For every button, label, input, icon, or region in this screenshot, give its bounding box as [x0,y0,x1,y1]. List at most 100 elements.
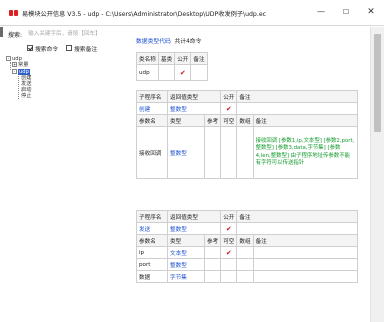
header-cell: 数组 [236,114,254,127]
window-title: 易模块公开信息 V3.5 - udp - C:\Users\Administra… [22,11,267,18]
tree-line [10,62,11,70]
table-row: udp ✔ [136,64,208,81]
param-nullable-cell [220,258,238,271]
header-cell: 公开 [220,90,238,103]
app-logo-icon [9,10,19,16]
param-array-cell [236,258,254,271]
param-type-cell[interactable]: 文本型 [167,246,205,259]
param-array-cell [236,126,254,179]
nullable-check-icon: ✔ [220,246,238,259]
table-row: 发送 整数型 ✔ [136,222,358,235]
public-check-icon: ✔ [220,102,238,115]
class-table: 类名称 基类 公开 备注 udp ✔ [136,52,208,81]
table-row: ip 文本型 ✔ [136,246,359,259]
param-name-cell: 接收回调 [136,126,168,179]
table-header-row: 类名称 基类 公开 备注 [136,52,208,65]
minimize-button[interactable]: — [310,4,332,20]
header-cell: 类型 [167,234,205,247]
header-cell: 备注 [252,234,359,247]
param-name-cell: port [136,258,168,271]
header-cell: 公开 [174,52,192,65]
header-cell: 参考 [203,114,222,127]
collapse-icon[interactable]: - [12,69,17,74]
param-ref-cell [203,126,222,179]
table-row: 数据 字节集 [136,270,359,283]
panel-edge [0,27,3,37]
param-note-cell [252,258,359,271]
summary-line: 数据类型代码 共计4命令 [136,36,201,45]
scrollbar-thumb[interactable] [374,34,381,132]
search-comments-checkbox[interactable]: 搜索备注 [66,44,98,53]
header-cell: 公开 [220,210,238,223]
collapse-icon[interactable]: - [6,56,11,61]
table-header-row: 参数名 类型 参考 可空 数组 备注 [136,114,359,127]
header-cell: 子程序名 [136,210,168,223]
expand-icon[interactable]: + [12,62,17,67]
param-type-cell[interactable]: 字节集 [167,270,205,283]
checkbox-empty-icon[interactable] [66,45,72,51]
table-row: 创建 整数型 ✔ [136,102,358,115]
table-header-row: 子程序名 返回值类型 公开 备注 [136,210,358,223]
param-nullable-cell [220,126,238,179]
public-check-icon: ✔ [174,64,192,81]
param-ref-cell [203,246,222,259]
header-cell: 返回值类型 [166,90,222,103]
tree-item-stop[interactable]: 停止 [21,93,31,100]
table-header-row: 子程序名 返回值类型 公开 备注 [136,90,358,103]
maximize-button[interactable]: ☐ [335,4,357,20]
header-cell: 数组 [236,234,254,247]
param-note-cell [252,246,359,259]
search-label: 搜索: [8,32,23,39]
header-cell: 基类 [157,52,176,65]
header-cell: 参考 [203,234,222,247]
note-cell [190,64,208,81]
header-cell: 子程序名 [136,90,168,103]
subroutine-name-cell[interactable]: 发送 [136,222,168,235]
header-cell: 类型 [167,114,205,127]
header-cell: 返回值类型 [166,210,222,223]
note-cell [236,102,358,115]
param-name-cell: 数据 [136,270,168,283]
param-array-cell [236,246,254,259]
header-cell: 备注 [236,210,358,223]
header-cell: 备注 [236,90,358,103]
header-cell: 参数名 [136,234,168,247]
table-header-row: 参数名 类型 参考 可空 数组 备注 [136,234,359,247]
search-input[interactable] [28,29,124,38]
close-button[interactable]: ✕ [360,4,382,20]
vertical-scrollbar[interactable] [370,27,384,322]
subroutine-table-send: 子程序名 返回值类型 公开 备注 发送 整数型 ✔ 参数名 类型 参考 可空 数… [136,210,359,283]
subroutine-table-create: 子程序名 返回值类型 公开 备注 创建 整数型 ✔ 参数名 类型 参考 可空 数… [136,90,359,179]
title-bar: 易模块公开信息 V3.5 - udp - C:\Users\Administra… [0,0,384,26]
param-array-cell [236,270,254,283]
document-view: 数据类型代码 共计4命令 类名称 基类 公开 备注 udp ✔ 子程序名 返回值… [128,27,370,322]
table-row: 接收回调 整数型 接收回调 [参数1,ip,文本型] [参数2,port,整数型… [136,126,359,179]
return-type-cell[interactable]: 整数型 [166,102,222,115]
param-ref-cell [203,258,222,271]
param-type-cell[interactable]: 整数型 [167,258,205,271]
header-cell: 可空 [220,114,238,127]
param-name-cell: ip [136,246,168,259]
return-type-cell[interactable]: 整数型 [166,222,222,235]
param-ref-cell [203,270,222,283]
search-commands-checkbox[interactable]: 搜索命令 [27,44,59,53]
param-nullable-cell [220,270,238,283]
table-row: port 整数型 [136,258,359,271]
note-cell [236,222,358,235]
datatype-code-link[interactable]: 数据类型代码 [136,39,171,45]
search-comments-label: 搜索备注 [74,46,98,53]
base-class-cell [157,64,176,81]
command-count: 共计4命令 [174,39,202,45]
header-cell: 可空 [220,234,238,247]
param-type-cell[interactable]: 整数型 [167,126,205,179]
search-commands-label: 搜索命令 [35,46,59,53]
tree-node-constants[interactable]: + 常量 [12,62,28,69]
checkbox-checked-icon[interactable] [27,45,33,51]
class-name-cell: udp [136,64,159,81]
header-cell: 备注 [190,52,208,65]
public-check-icon: ✔ [220,222,238,235]
subroutine-name-cell[interactable]: 创建 [136,102,168,115]
header-cell: 类名称 [136,52,159,65]
param-note-cell: 接收回调 [参数1,ip,文本型] [参数2,port,整数型] [参数3,da… [252,126,359,179]
header-cell: 参数名 [136,114,168,127]
